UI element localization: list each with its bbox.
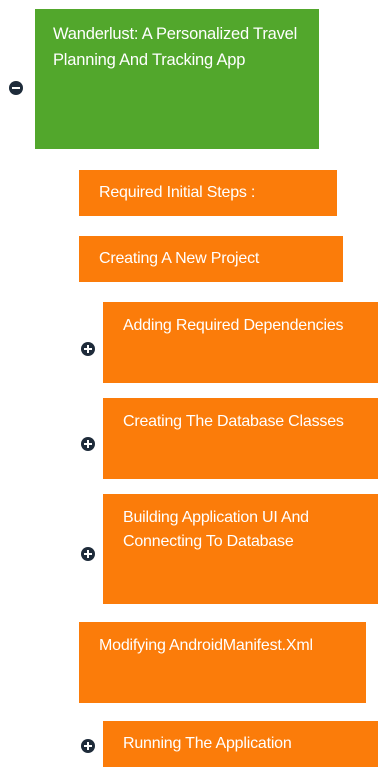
node-label: Modifying AndroidManifest.Xml bbox=[99, 637, 313, 654]
expand-toggle-icon[interactable] bbox=[81, 342, 95, 356]
mindmap-node-running-the-application[interactable]: Running The Application bbox=[103, 721, 378, 767]
root-node-label: Wanderlust: A Personalized Travel Planni… bbox=[53, 25, 298, 69]
plus-bar-v bbox=[87, 742, 89, 750]
node-label: Adding Required Dependencies bbox=[123, 317, 344, 334]
expand-toggle-icon[interactable] bbox=[81, 739, 95, 753]
minus-bar bbox=[12, 87, 20, 89]
mindmap-node-creating-new-project[interactable]: Creating A New Project bbox=[79, 236, 343, 282]
mindmap-node-creating-database-classes[interactable]: Creating The Database Classes bbox=[103, 398, 378, 479]
mindmap-node-required-initial-steps[interactable]: Required Initial Steps : bbox=[79, 170, 337, 216]
node-label: Required Initial Steps : bbox=[99, 184, 256, 201]
plus-bar-v bbox=[87, 550, 89, 558]
mindmap-node-building-application-ui[interactable]: Building Application UI And Connecting T… bbox=[103, 494, 378, 604]
node-label: Creating A New Project bbox=[99, 250, 260, 267]
root-node[interactable]: Wanderlust: A Personalized Travel Planni… bbox=[35, 9, 319, 149]
expand-toggle-icon[interactable] bbox=[81, 437, 95, 451]
mindmap-node-adding-required-dependencies[interactable]: Adding Required Dependencies bbox=[103, 302, 378, 383]
plus-bar-v bbox=[87, 440, 89, 448]
node-label: Running The Application bbox=[123, 735, 292, 752]
plus-bar-v bbox=[87, 345, 89, 353]
collapse-toggle-icon[interactable] bbox=[9, 81, 23, 95]
node-label: Building Application UI And Connecting T… bbox=[123, 509, 309, 550]
node-label: Creating The Database Classes bbox=[123, 413, 344, 430]
mindmap-node-modifying-androidmanifest[interactable]: Modifying AndroidManifest.Xml bbox=[79, 622, 366, 703]
expand-toggle-icon[interactable] bbox=[81, 547, 95, 561]
